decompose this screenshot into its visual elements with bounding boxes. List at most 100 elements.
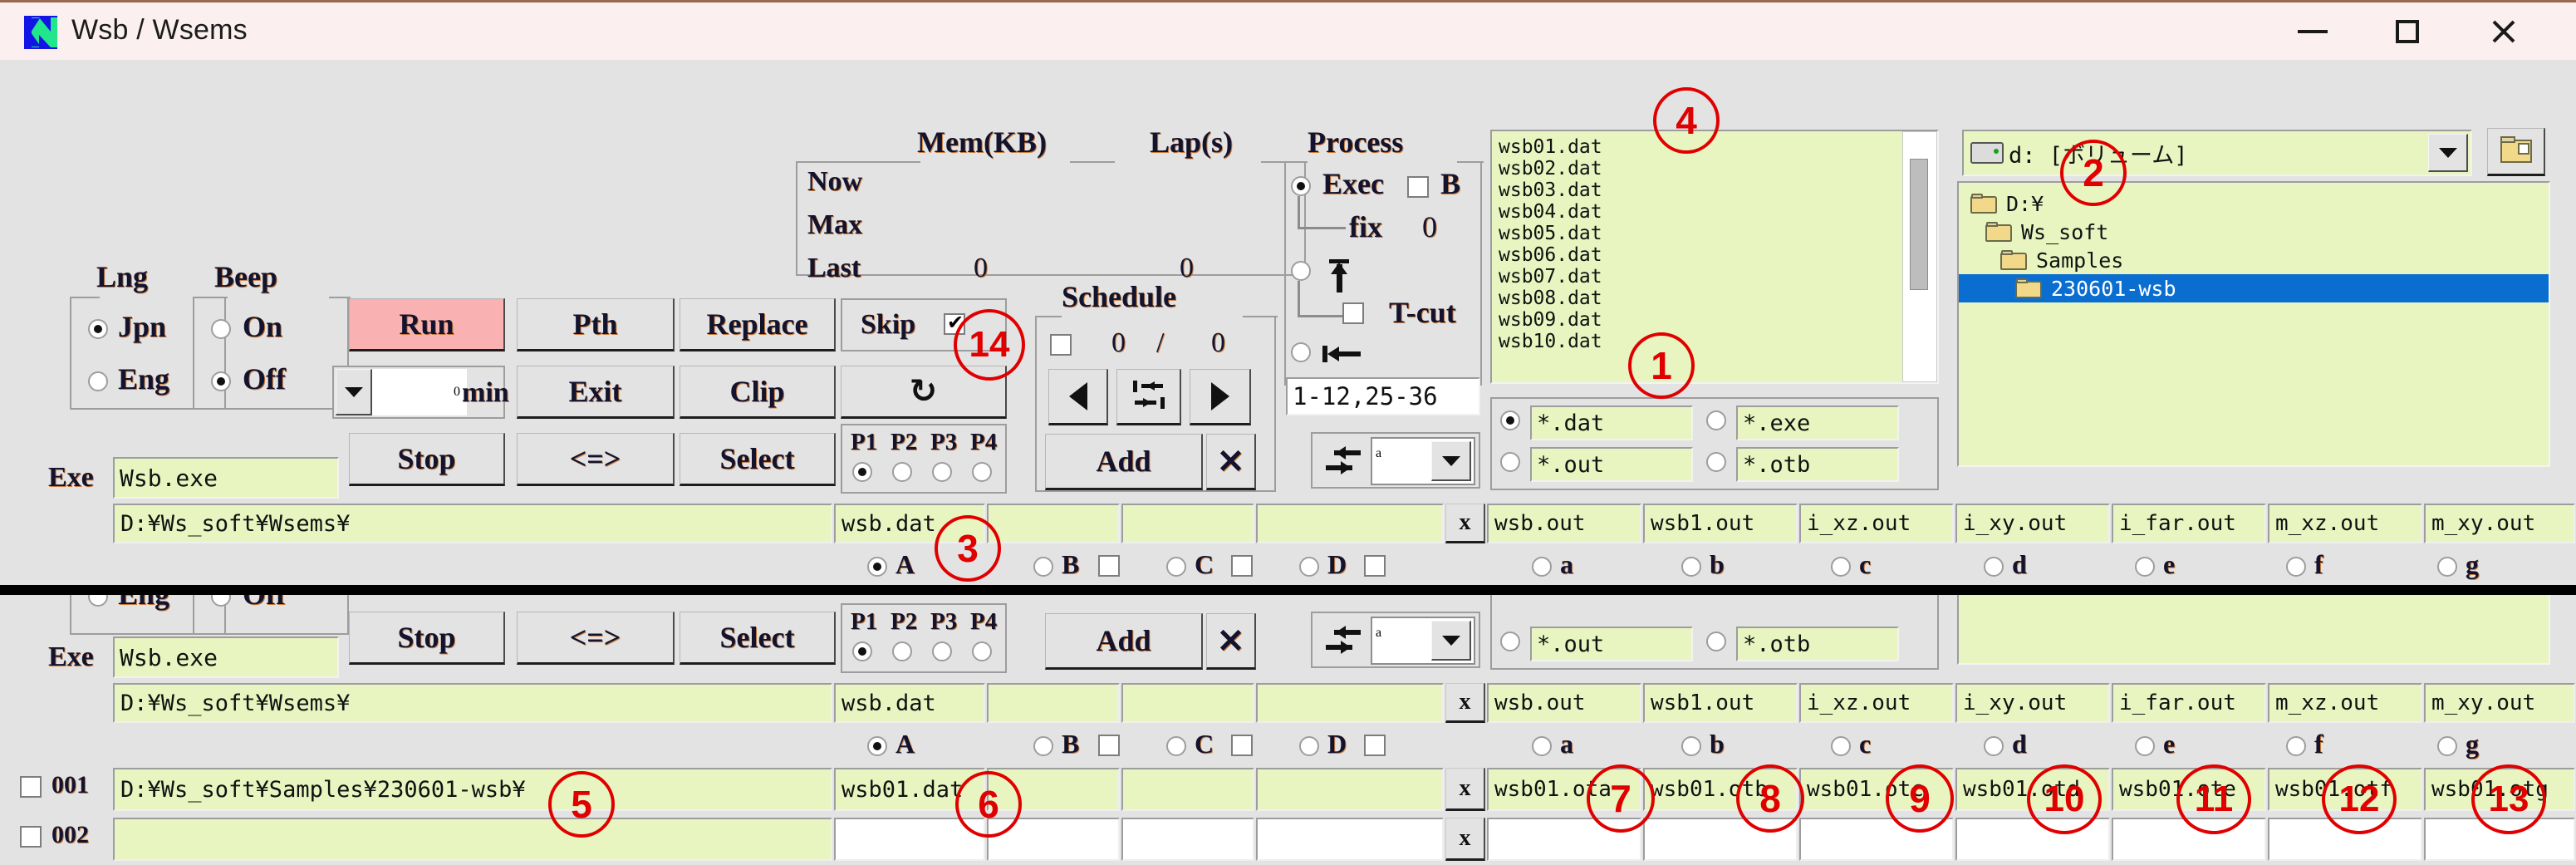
swap-button-bottom[interactable]: <=> <box>517 612 675 665</box>
exit-button[interactable]: Exit <box>517 366 675 419</box>
pgroup-radio-p4[interactable] <box>972 462 992 482</box>
grid-header-out-bottom-3[interactable]: i_xy.out <box>1955 683 2110 723</box>
list-item[interactable]: wsb04.dat <box>1492 201 1937 223</box>
row-path-001-bottom[interactable]: D:¥Ws_soft¥Samples¥230601-wsb¥ <box>113 768 832 811</box>
grid-header-delete-button-bottom[interactable]: x <box>1445 683 1485 723</box>
pgroup-radio-p1[interactable] <box>852 462 872 482</box>
browse-folder-button[interactable] <box>2487 128 2545 176</box>
tree-node-root[interactable]: D:¥ <box>1959 189 2549 218</box>
file-listbox[interactable]: wsb01.dat wsb02.dat wsb03.dat wsb04.dat … <box>1490 130 1939 384</box>
grid-letter-radio-A[interactable] <box>867 557 887 577</box>
pth-button[interactable]: Pth <box>517 298 675 351</box>
file-listbox-scrollbar[interactable] <box>1902 131 1937 382</box>
filter-input-otb[interactable]: *.otb <box>1736 447 1899 482</box>
schedule-swap-button[interactable] <box>1116 369 1181 425</box>
grid-letter-radio-B[interactable] <box>1033 557 1053 577</box>
maximize-button[interactable] <box>2359 2 2456 61</box>
directory-tree-bottom[interactable] <box>1957 595 2550 665</box>
swap-arrows-icon[interactable] <box>1324 444 1362 483</box>
swap-button[interactable]: <=> <box>517 433 675 486</box>
tree-node-230601-wsb[interactable]: 230601-wsb <box>1959 274 2549 302</box>
grid-header-out-1[interactable]: wsb1.out <box>1643 504 1798 543</box>
beep-radio-on[interactable] <box>211 319 231 339</box>
row-checkbox-002-bottom[interactable] <box>20 826 42 848</box>
filter-input-otb-bottom[interactable]: *.otb <box>1736 627 1899 661</box>
directory-tree[interactable]: D:¥ Ws_soft Samples 230601-wsb <box>1957 181 2550 467</box>
pgroup-radio-p3[interactable] <box>932 462 952 482</box>
grid-out-radio-a[interactable] <box>1532 557 1552 577</box>
letter-combo-bottom[interactable]: a <box>1371 617 1475 665</box>
tree-node-samples[interactable]: Samples <box>1959 246 2549 274</box>
grid-letter-radio-C[interactable] <box>1166 557 1186 577</box>
list-item[interactable]: wsb01.dat <box>1492 136 1937 158</box>
process-radio-up[interactable] <box>1291 261 1311 281</box>
lng-radio-jpn[interactable] <box>88 319 108 339</box>
clip-button[interactable]: Clip <box>680 366 836 419</box>
schedule-add-button-bottom[interactable]: Add <box>1045 613 1203 670</box>
grid-header-c4[interactable] <box>1121 504 1254 543</box>
exe-input[interactable]: Wsb.exe <box>113 457 339 499</box>
list-item[interactable]: wsb08.dat <box>1492 288 1937 309</box>
grid-letter-radio-C-bottom[interactable] <box>1166 736 1186 756</box>
row-delete-button-001-bottom[interactable]: x <box>1445 768 1485 811</box>
schedule-delete-button-bottom[interactable]: ✕ <box>1206 613 1256 670</box>
grid-out-radio-b[interactable] <box>1681 557 1701 577</box>
grid-letter-check-B-bottom[interactable] <box>1098 735 1120 756</box>
process-range-input[interactable]: 1-12,25-36 <box>1286 377 1480 415</box>
beep-radio-off[interactable] <box>211 371 231 391</box>
run-button[interactable]: Run <box>349 298 505 351</box>
filter-radio-otb-bottom[interactable] <box>1706 632 1726 651</box>
row-c4-002-bottom[interactable] <box>1121 818 1254 861</box>
filter-radio-dat[interactable] <box>1500 410 1520 430</box>
letter-combo-dropdown[interactable] <box>1431 441 1471 481</box>
filter-input-out[interactable]: *.out <box>1530 447 1693 482</box>
grid-header-out-5[interactable]: m_xz.out <box>2268 504 2422 543</box>
row-path-002-bottom[interactable] <box>113 818 832 861</box>
grid-header-c5-bottom[interactable] <box>1256 683 1444 723</box>
grid-letter-check-D[interactable] <box>1364 555 1386 577</box>
filter-input-dat[interactable]: *.dat <box>1530 405 1693 440</box>
pgroup-radio-p4-bottom[interactable] <box>972 641 992 661</box>
stop-button[interactable]: Stop <box>349 433 505 486</box>
grid-header-c3-bottom[interactable] <box>987 683 1120 723</box>
grid-out-radio-e-bottom[interactable] <box>2135 736 2155 756</box>
lng-radio-eng[interactable] <box>88 371 108 391</box>
grid-out-radio-f-bottom[interactable] <box>2286 736 2306 756</box>
grid-out-radio-c-bottom[interactable] <box>1831 736 1851 756</box>
select-button-bottom[interactable]: Select <box>680 612 836 665</box>
grid-header-out-bottom-2[interactable]: i_xz.out <box>1799 683 1954 723</box>
select-button[interactable]: Select <box>680 433 836 486</box>
drive-combo[interactable]: d: [ボリューム] <box>1962 130 2472 176</box>
grid-letter-radio-B-bottom[interactable] <box>1033 736 1053 756</box>
grid-header-out-bottom-1[interactable]: wsb1.out <box>1643 683 1798 723</box>
grid-header-out-bottom-4[interactable]: i_far.out <box>2112 683 2266 723</box>
minimize-button[interactable] <box>2264 2 2361 61</box>
pgroup-radio-p3-bottom[interactable] <box>932 641 952 661</box>
grid-header-out-bottom-0[interactable]: wsb.out <box>1487 683 1641 723</box>
grid-header-file-bottom[interactable]: wsb.dat <box>834 683 985 723</box>
letter-combo-dropdown-bottom[interactable] <box>1431 621 1471 661</box>
grid-out-radio-c[interactable] <box>1831 557 1851 577</box>
row-c4-001-bottom[interactable] <box>1121 768 1254 811</box>
grid-out-radio-b-bottom[interactable] <box>1681 736 1701 756</box>
list-item[interactable]: wsb07.dat <box>1492 266 1937 288</box>
swap-arrows-icon[interactable] <box>1324 623 1362 662</box>
list-item[interactable]: wsb05.dat <box>1492 223 1937 244</box>
grid-header-out-2[interactable]: i_xz.out <box>1799 504 1954 543</box>
tree-node-ws-soft[interactable]: Ws_soft <box>1959 218 2549 246</box>
close-button[interactable] <box>2456 2 2552 61</box>
process-checkbox-b[interactable] <box>1407 176 1429 198</box>
drive-combo-dropdown[interactable] <box>2428 134 2468 172</box>
grid-header-c4-bottom[interactable] <box>1121 683 1254 723</box>
filter-radio-out-bottom[interactable] <box>1500 632 1520 651</box>
pgroup-radio-p2[interactable] <box>892 462 912 482</box>
grid-letter-check-C[interactable] <box>1231 555 1253 577</box>
grid-header-out-3[interactable]: i_xy.out <box>1955 504 2110 543</box>
pgroup-radio-p1-bottom[interactable] <box>852 641 872 661</box>
grid-out-radio-g[interactable] <box>2437 557 2457 577</box>
grid-letter-check-D-bottom[interactable] <box>1364 735 1386 756</box>
pgroup-radio-p2-bottom[interactable] <box>892 641 912 661</box>
grid-header-out-0[interactable]: wsb.out <box>1487 504 1641 543</box>
grid-out-radio-d-bottom[interactable] <box>1984 736 2004 756</box>
grid-header-out-6[interactable]: m_xy.out <box>2424 504 2575 543</box>
